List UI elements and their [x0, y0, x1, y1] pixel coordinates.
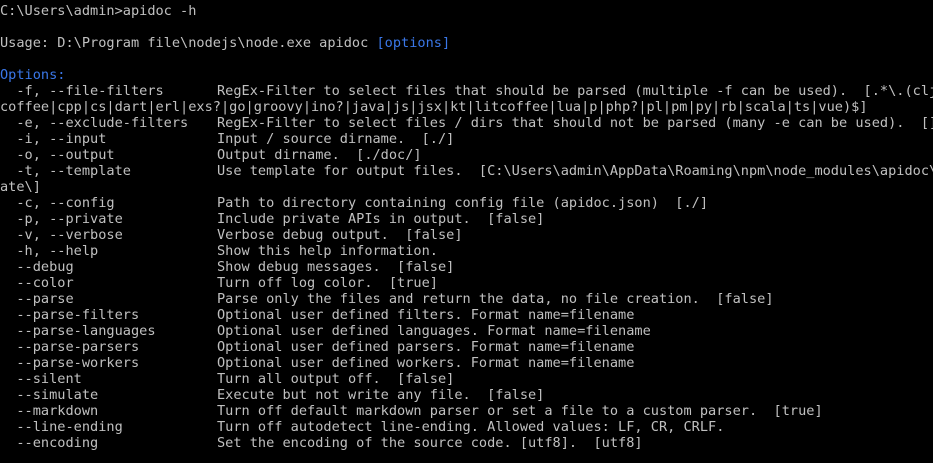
terminal-window[interactable]: C:\Users\admin>apidoc -h Usage: D:\Progr…: [0, 0, 933, 463]
option-flag: -h, --help: [0, 243, 99, 259]
option-description: Input / source dirname. [./]: [217, 131, 455, 147]
option-description: Show this help information.: [217, 243, 438, 259]
option-flag: -o, --output: [0, 147, 115, 163]
option-row: -e, --exclude-filters RegEx-Filter to sel…: [0, 115, 933, 131]
option-flag: -c, --config: [0, 195, 115, 211]
option-flag: --encoding: [0, 435, 99, 451]
usage-options-placeholder: [options]: [376, 35, 451, 51]
usage-line: Usage: D:\Program file\nodejs\node.exe a…: [0, 35, 933, 51]
option-flag: --markdown: [0, 403, 99, 419]
option-description: Optional user defined languages. Format …: [217, 323, 651, 339]
option-flag: --parse-parsers: [0, 339, 140, 355]
option-row: --parse-languages Optional user defined l…: [0, 323, 933, 339]
option-description: Path to directory containing config file…: [217, 195, 709, 211]
option-description: Parse only the files and return the data…: [217, 291, 774, 307]
option-flag: --debug: [0, 259, 74, 275]
option-row: --markdown Turn off default markdown pars…: [0, 403, 933, 419]
option-description: Optional user defined workers. Format na…: [217, 355, 635, 371]
option-description: Turn all output off. [false]: [217, 371, 455, 387]
option-row: -p, --private Include private APIs in out…: [0, 211, 933, 227]
option-flag: -e, --exclude-filters: [0, 115, 189, 131]
option-flag: -v, --verbose: [0, 227, 123, 243]
option-description: Verbose debug output. [false]: [217, 227, 463, 243]
option-row: --debug Show debug messages. [false]: [0, 259, 933, 275]
option-row: --parse Parse only the files and return t…: [0, 291, 933, 307]
option-flag: -i, --input: [0, 131, 107, 147]
option-flag: --silent: [0, 371, 82, 387]
option-row: --parse-workers Optional user defined wor…: [0, 355, 933, 371]
option-description-wrap: ate\]: [0, 179, 41, 195]
options-heading: Options:: [0, 67, 66, 83]
usage-text: Usage: D:\Program file\nodejs\node.exe a…: [0, 35, 377, 51]
option-description: Include private APIs in output. [false]: [217, 211, 545, 227]
option-row: -h, --help Show this help information.: [0, 243, 933, 259]
option-flag: --simulate: [0, 387, 99, 403]
option-flag: --parse-workers: [0, 355, 140, 371]
options-list: -f, --file-filters RegEx-Filter to select…: [0, 83, 933, 451]
option-description: Set the encoding of the source code. [ut…: [217, 435, 643, 451]
option-flag: --color: [0, 275, 74, 291]
option-description: Output dirname. [./doc/]: [217, 147, 422, 163]
option-flag: -f, --file-filters: [0, 83, 164, 99]
option-description: Optional user defined filters. Format na…: [217, 307, 635, 323]
option-description: Turn off log color. [true]: [217, 275, 438, 291]
option-flag: --parse-filters: [0, 307, 140, 323]
option-description: Show debug messages. [false]: [217, 259, 455, 275]
option-row: --simulate Execute but not write any file…: [0, 387, 933, 403]
option-description: Optional user defined parsers. Format na…: [217, 339, 635, 355]
option-row: --parse-parsers Optional user defined par…: [0, 339, 933, 355]
option-description: Execute but not write any file. [false]: [217, 387, 545, 403]
option-flag: --parse-languages: [0, 323, 156, 339]
option-flag: -p, --private: [0, 211, 123, 227]
option-flag: --parse: [0, 291, 74, 307]
option-row: -v, --verbose Verbose debug output. [fals…: [0, 227, 933, 243]
option-row: -o, --output Output dirname. [./doc/]: [0, 147, 933, 163]
option-description: Turn off default markdown parser or set …: [217, 403, 823, 419]
option-row: -f, --file-filters RegEx-Filter to select…: [0, 83, 933, 99]
option-row: -t, --template Use template for output fi…: [0, 163, 933, 179]
option-row: --silent Turn all output off. [false]: [0, 371, 933, 387]
option-flag: -t, --template: [0, 163, 131, 179]
option-description: RegEx-Filter to select files that should…: [217, 83, 933, 99]
command-prompt-line: C:\Users\admin>apidoc -h: [0, 3, 197, 19]
option-row: --parse-filters Optional user defined fil…: [0, 307, 933, 323]
option-description: Turn off autodetect line-ending. Allowed…: [217, 419, 725, 435]
option-row: --color Turn off log color. [true]: [0, 275, 933, 291]
option-row: -i, --input Input / source dirname. [./]: [0, 131, 933, 147]
option-description-wrap: coffee|cpp|cs|dart|erl|exs?|go|groovy|in…: [0, 99, 868, 115]
option-row: -c, --config Path to directory containing…: [0, 195, 933, 211]
option-flag: --line-ending: [0, 419, 123, 435]
option-description: Use template for output files. [C:\Users…: [217, 163, 933, 179]
option-row: --encoding Set the encoding of the source…: [0, 435, 933, 451]
option-row: --line-ending Turn off autodetect line-en…: [0, 419, 933, 435]
option-description: RegEx-Filter to select files / dirs that…: [217, 115, 933, 131]
